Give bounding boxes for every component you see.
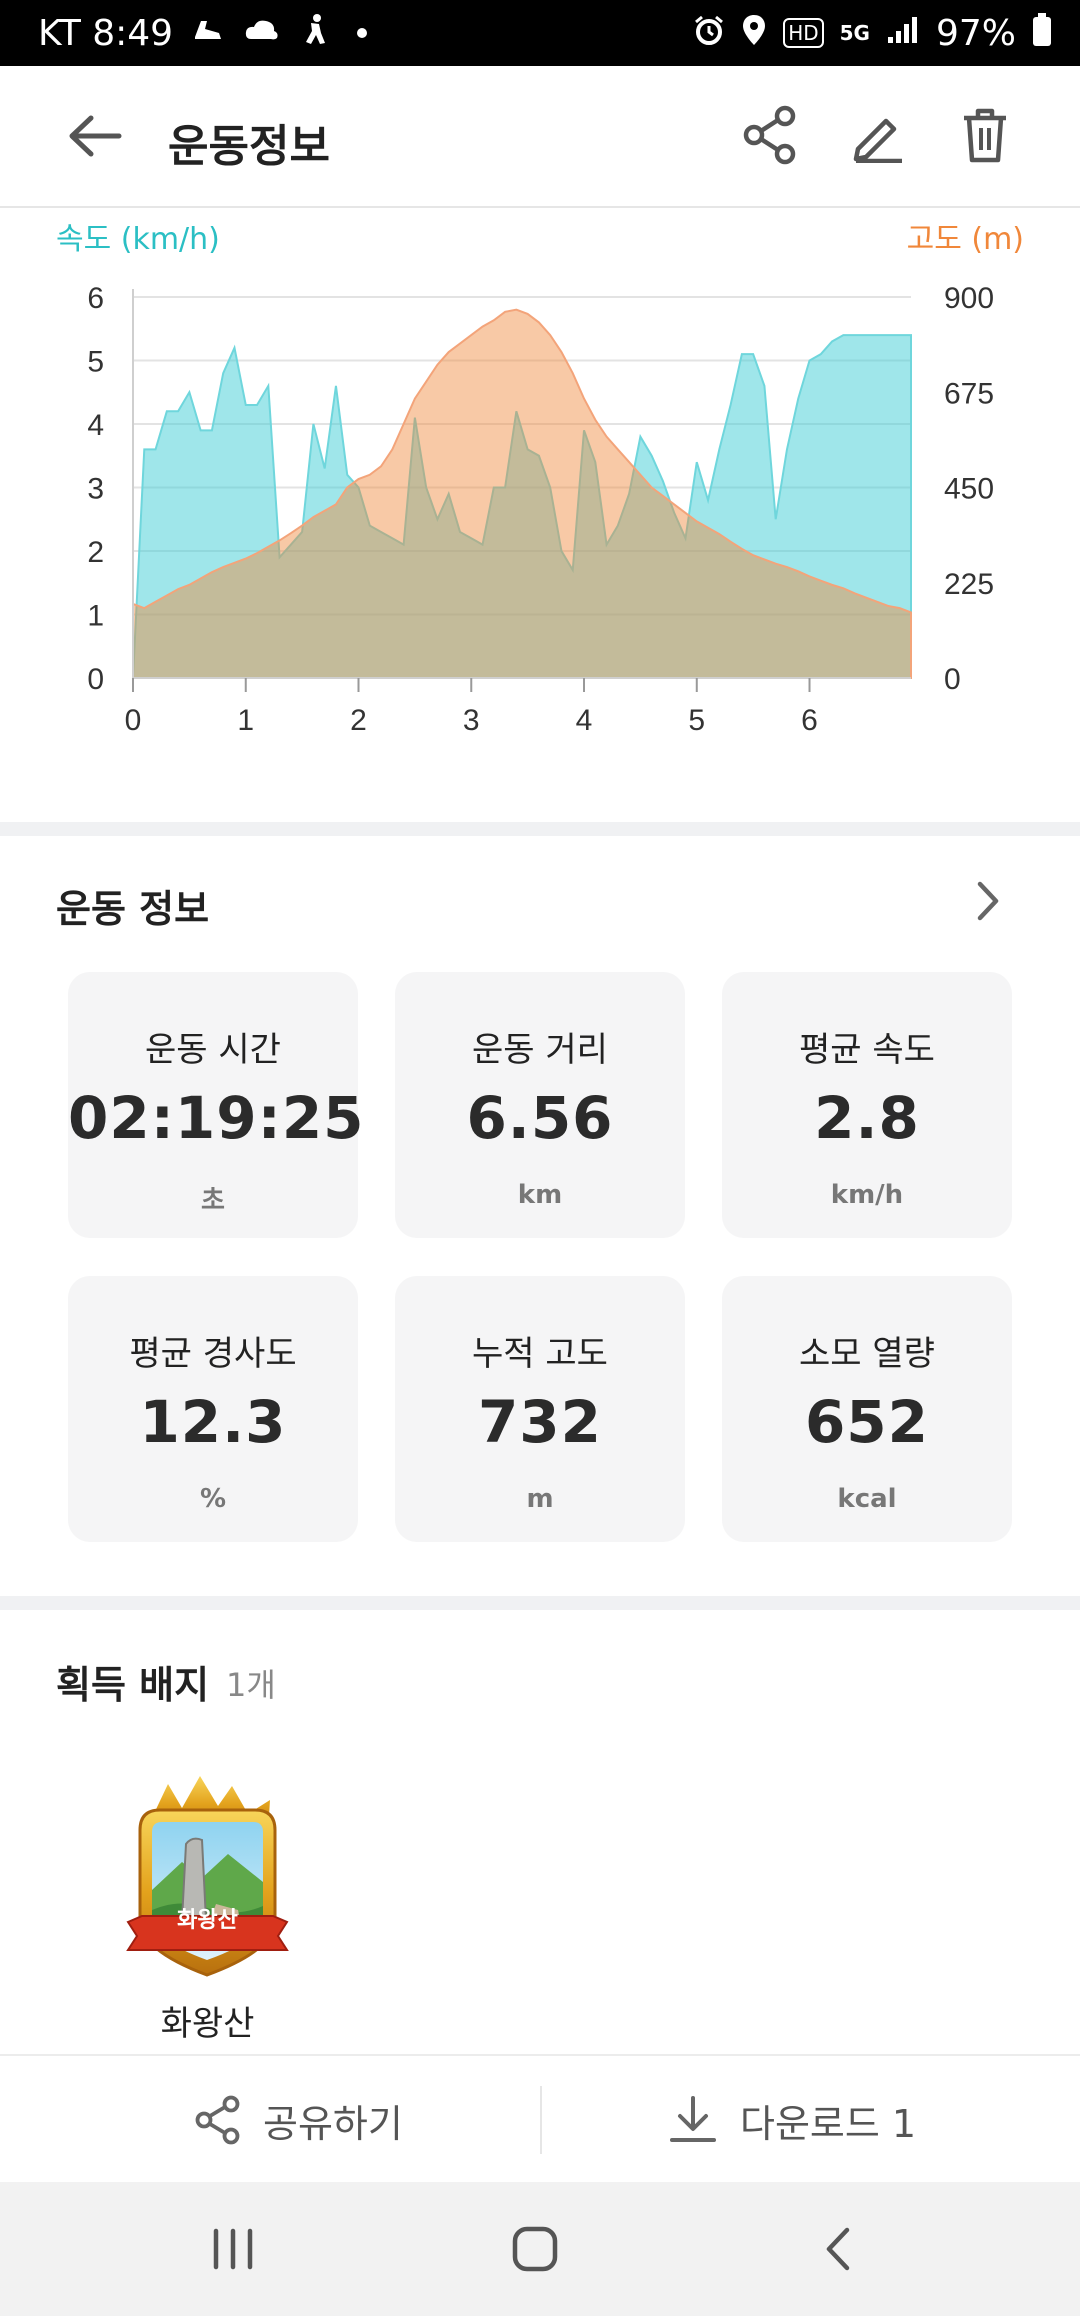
edit-icon <box>853 118 902 163</box>
x-tick-label: 0 <box>125 704 142 737</box>
share-record-label: 공유하기 <box>263 2101 403 2146</box>
recent-apps-icon <box>213 2228 253 2270</box>
hiker-icon <box>299 13 331 53</box>
home-button[interactable] <box>500 2218 570 2280</box>
page-title: 운동정보 <box>168 121 330 172</box>
stat-label: 운동 거리 <box>472 1030 608 1070</box>
chevron-right-icon[interactable] <box>968 876 1008 926</box>
cloud-icon <box>243 15 281 51</box>
stat-unit: m <box>526 1484 554 1514</box>
carrier-time: KT 8:49 <box>38 12 174 54</box>
back-arrow-icon <box>69 115 122 157</box>
stat-card-avg-slope: 평균 경사도 12.3 % <box>68 1276 358 1542</box>
y-left-tick-label: 1 <box>87 600 104 633</box>
y-left-tick-label: 6 <box>87 282 104 315</box>
stat-label: 소모 열량 <box>799 1334 935 1374</box>
workout-stats-section: 운동 정보 운동 시간 02:19:25 초 운동 거리 6.56 km 평균 … <box>0 836 1080 1596</box>
chart-plot: 0 1 2 3 4 5 6 0 225 450 675 900 0 1 2 3 4 5 6 <box>87 282 994 737</box>
edit-button[interactable] <box>843 100 913 170</box>
stat-unit: km <box>517 1180 563 1210</box>
y-left-tick-label: 3 <box>87 473 104 506</box>
stat-value: 732 <box>477 1388 603 1456</box>
signal-icon <box>886 15 920 51</box>
stat-card-duration: 운동 시간 02:19:25 초 <box>68 972 365 1238</box>
share-icon <box>195 2095 240 2145</box>
stat-label: 누적 고도 <box>472 1334 608 1374</box>
mountain-badge-icon <box>126 1776 289 1977</box>
recent-apps-button[interactable] <box>198 2218 268 2280</box>
badges-title: 획득 배지 <box>56 1663 210 1707</box>
stat-card-calories: 소모 열량 652 kcal <box>722 1276 1012 1542</box>
stats-section-title: 운동 정보 <box>56 887 210 931</box>
stat-unit: km/h <box>830 1180 904 1210</box>
home-icon <box>512 2226 558 2272</box>
delete-button[interactable] <box>950 100 1020 170</box>
download-button[interactable]: 다운로드 1 <box>668 2056 916 2184</box>
badge-item[interactable]: 화왕산 화왕산 <box>120 1770 295 2044</box>
badge-ribbon-text: 화왕산 <box>177 1908 238 1933</box>
share-button[interactable] <box>735 100 805 170</box>
hd-icon: HD <box>783 18 824 48</box>
share-icon <box>743 105 796 165</box>
download-icon <box>670 2096 716 2142</box>
stat-unit: kcal <box>837 1484 897 1514</box>
x-tick-label: 3 <box>463 704 480 737</box>
section-divider <box>0 1596 1080 1610</box>
action-separator <box>540 2086 542 2154</box>
app-header: 운동정보 <box>0 66 1080 208</box>
earned-badges-section: 획득 배지 1개 화왕산 화왕산 <box>0 1610 1080 2055</box>
bottom-action-bar: 공유하기 다운로드 1 <box>0 2054 1080 2182</box>
share-record-button[interactable]: 공유하기 <box>195 2056 403 2184</box>
stat-card-avg-speed: 평균 속도 2.8 km/h <box>722 972 1012 1238</box>
stat-label: 평균 속도 <box>799 1030 935 1070</box>
network-5g-icon: 5G <box>839 21 870 45</box>
y-left-tick-label: 2 <box>87 536 104 569</box>
stat-value: 6.56 <box>466 1084 614 1152</box>
stat-unit: % <box>199 1484 227 1514</box>
nav-back-button[interactable] <box>802 2218 872 2280</box>
shoe-icon <box>191 15 225 51</box>
y-right-tick-label: 900 <box>944 282 994 315</box>
stat-card-distance: 운동 거리 6.56 km <box>395 972 685 1238</box>
y-right-tick-label: 450 <box>944 473 994 506</box>
status-left: KT 8:49 <box>38 12 368 54</box>
y-left-tick-label: 5 <box>87 346 104 379</box>
x-tick-label: 4 <box>576 704 593 737</box>
x-tick-label: 6 <box>801 704 818 737</box>
section-divider <box>0 822 1080 836</box>
system-nav-bar <box>0 2182 1080 2316</box>
badges-count: 1개 <box>226 1666 276 1704</box>
y-right-tick-label: 0 <box>944 663 961 696</box>
download-label: 다운로드 1 <box>740 2101 917 2146</box>
x-tick-label: 5 <box>688 704 705 737</box>
x-tick-label: 1 <box>237 704 254 737</box>
stat-label: 운동 시간 <box>145 1030 281 1070</box>
alarm-icon <box>693 14 725 52</box>
status-bar: KT 8:49 HD 5G 97% <box>0 0 1080 66</box>
x-tick-label: 2 <box>350 704 367 737</box>
stat-value: 12.3 <box>139 1388 287 1456</box>
stat-unit: 초 <box>201 1186 225 1216</box>
location-icon <box>741 14 767 52</box>
stat-card-elevation-gain: 누적 고도 732 m <box>395 1276 685 1542</box>
y-left-tick-label: 0 <box>87 663 104 696</box>
badge-name: 화왕산 <box>160 2004 255 2044</box>
stat-value: 652 <box>804 1388 930 1456</box>
y-left-tick-label: 4 <box>87 409 104 442</box>
y-right-tick-label: 675 <box>944 377 994 410</box>
trash-icon <box>964 108 1006 163</box>
battery-percent: 97% <box>935 12 1016 54</box>
notification-dot-icon <box>357 28 368 38</box>
stat-value: 02:19:25 <box>68 1084 365 1152</box>
stat-value: 2.8 <box>814 1084 920 1152</box>
y-right-tick-label: 225 <box>944 568 994 601</box>
speed-altitude-chart: 속도 (km/h) 고도 (m) 0 1 2 3 4 5 6 0 225 450 675 900 0 1 2… <box>0 210 1080 820</box>
back-button[interactable] <box>60 106 130 166</box>
status-right: HD 5G 97% <box>693 13 1052 54</box>
nav-back-icon <box>826 2227 850 2271</box>
stat-label: 평균 경사도 <box>129 1334 297 1374</box>
battery-icon <box>1032 13 1052 53</box>
